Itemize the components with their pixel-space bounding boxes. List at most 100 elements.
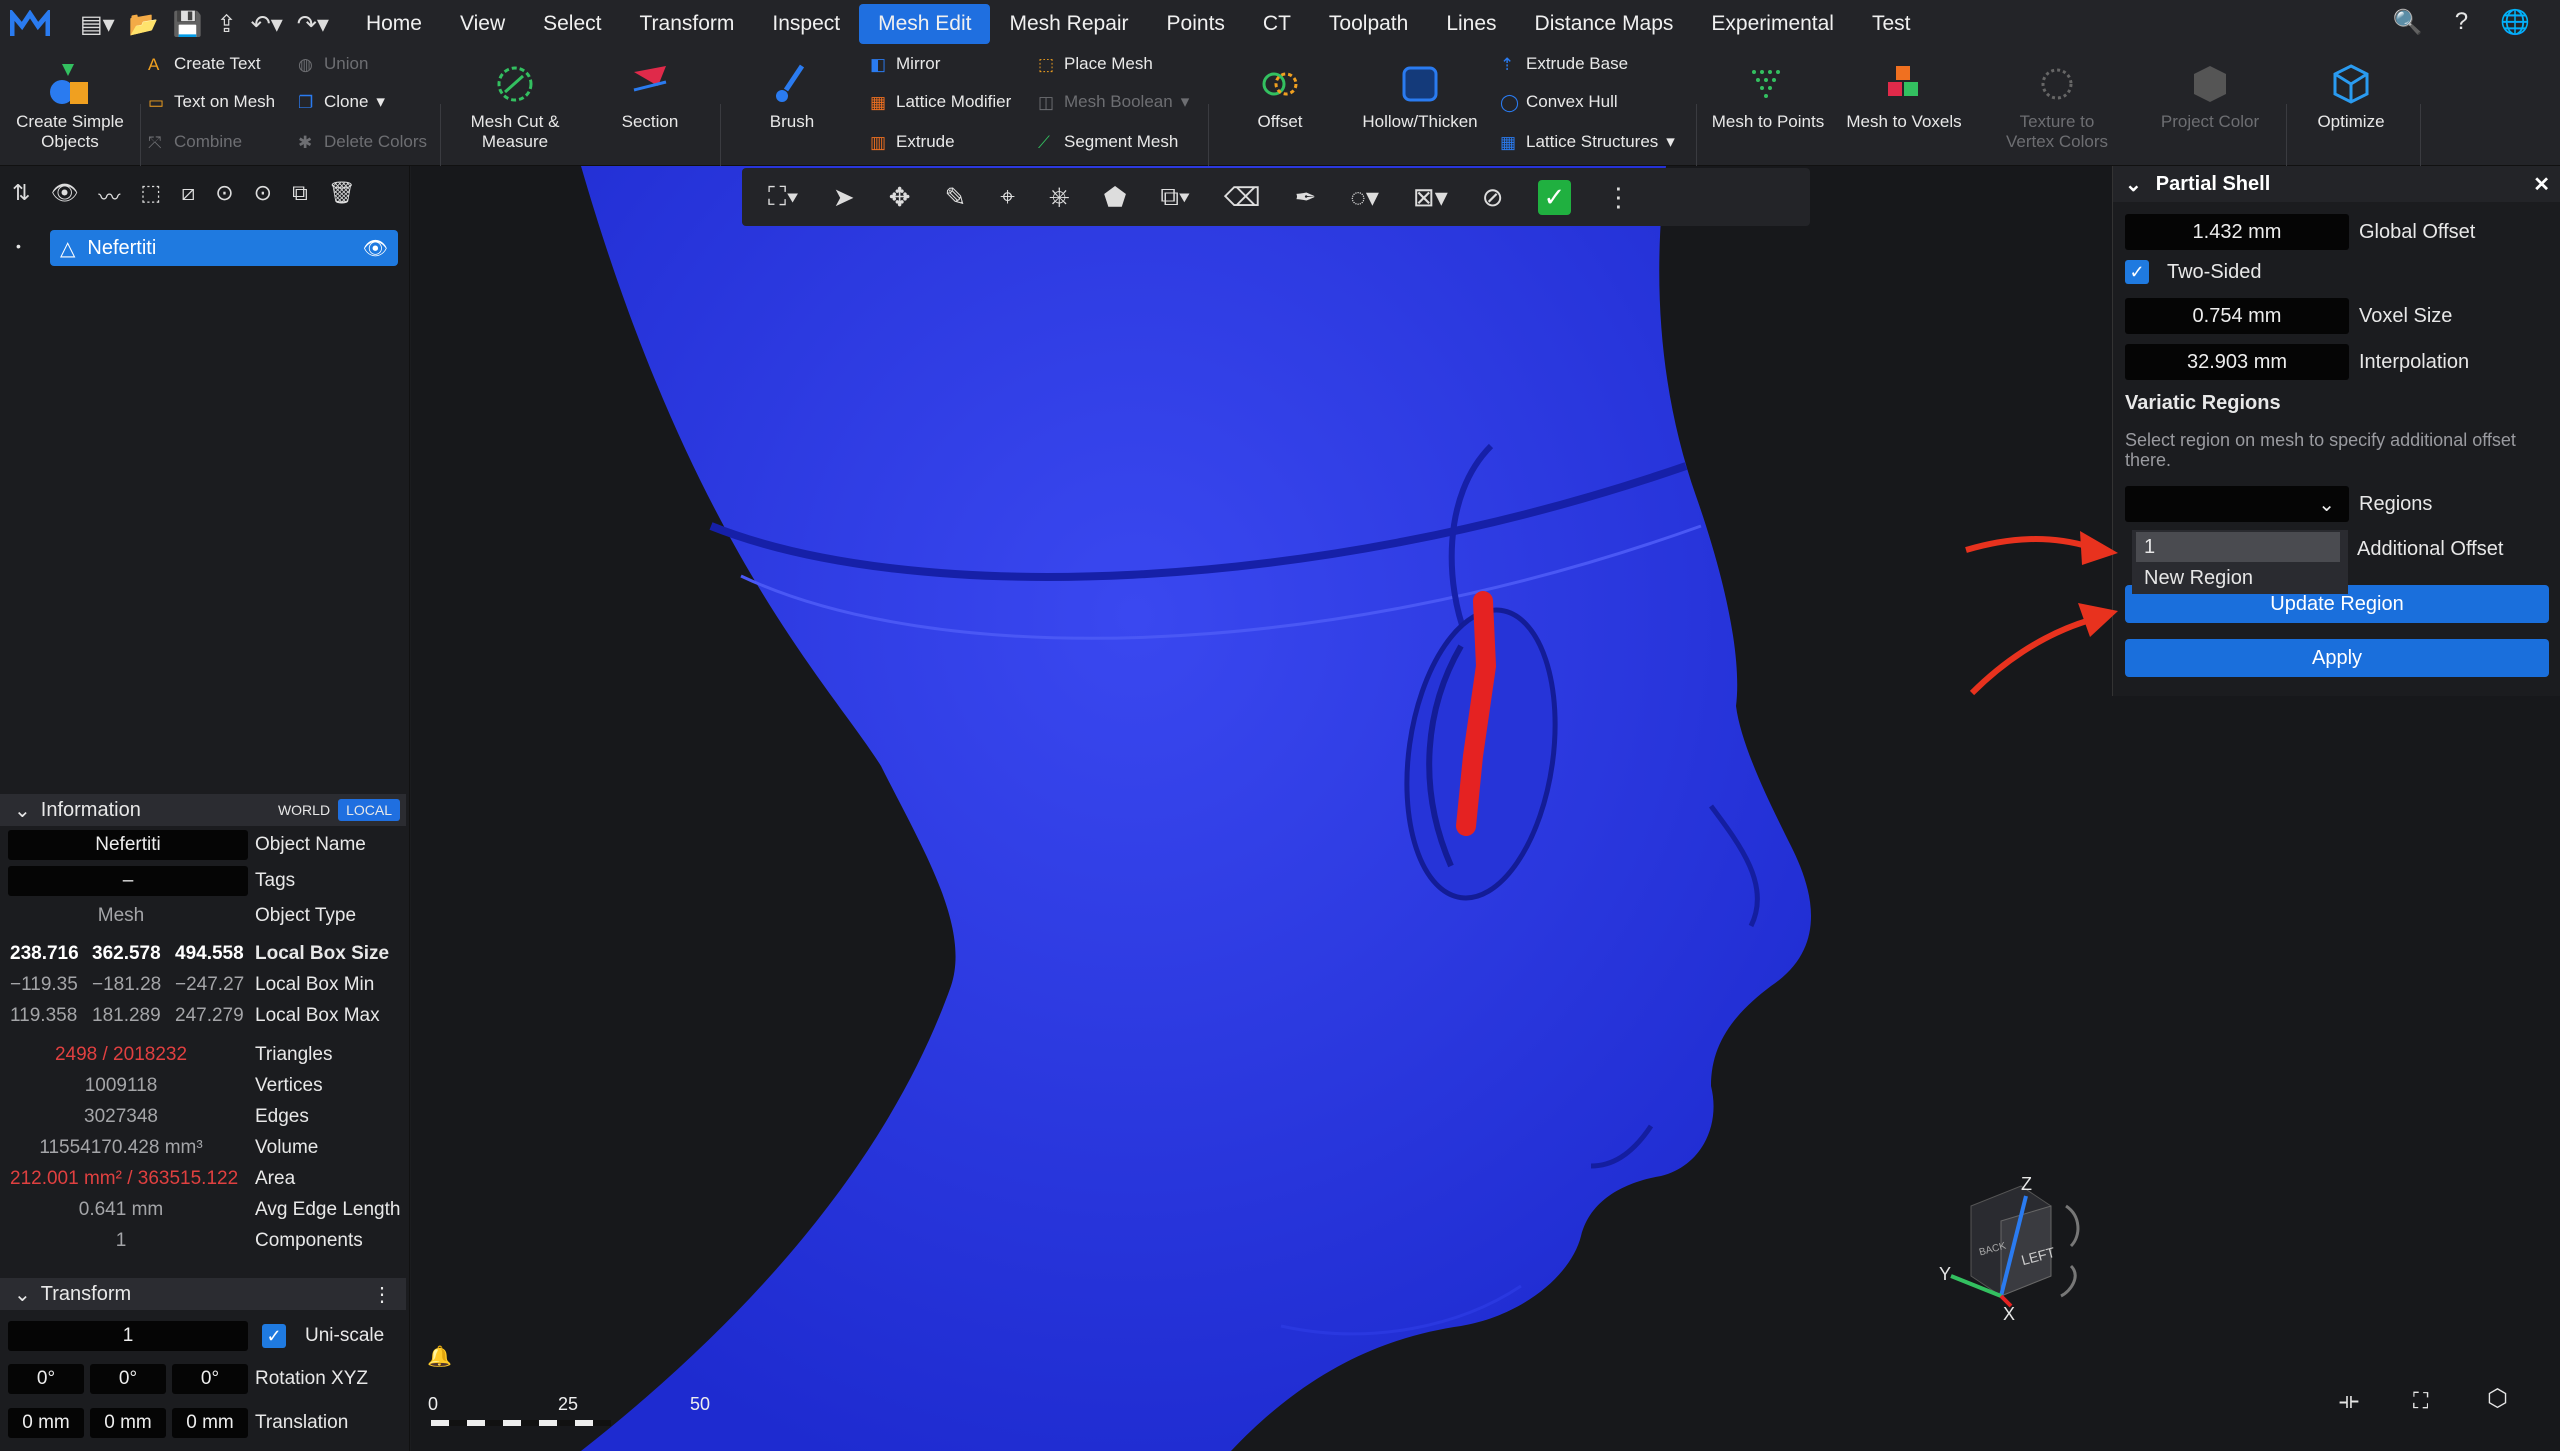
menu-ct[interactable]: CT	[1244, 4, 1310, 44]
two-sided-checkbox[interactable]: ✓	[2125, 260, 2149, 284]
deselect-icon[interactable]: ⧄	[181, 180, 195, 212]
view-cube-icon[interactable]: ⬡	[2487, 1384, 2508, 1413]
group-icon[interactable]: ⧉	[292, 180, 308, 212]
eye-icon[interactable]: 👁	[50, 180, 78, 212]
menu-mesh-edit[interactable]: Mesh Edit	[859, 4, 991, 44]
section-button[interactable]: Section	[600, 62, 700, 132]
confirm-check-icon[interactable]: ✓	[1537, 179, 1572, 215]
apply-button[interactable]: Apply	[2125, 639, 2549, 677]
optimize-button[interactable]: Optimize	[2296, 62, 2406, 132]
help-icon[interactable]: ?	[2455, 8, 2468, 37]
shapes-tool-icon[interactable]: ⬟	[1104, 182, 1127, 213]
select-all-icon[interactable]: ⬚	[140, 180, 161, 212]
union-button[interactable]: ◍ Union	[298, 54, 368, 74]
duplicate-icon[interactable]: ⧉▾	[1160, 181, 1189, 213]
project-color-button[interactable]: Project Color	[2150, 62, 2270, 132]
segment-mesh-button[interactable]: ⟋ Segment Mesh	[1038, 132, 1178, 152]
menu-inspect[interactable]: Inspect	[753, 4, 859, 44]
move-icon[interactable]: ✥	[889, 182, 911, 213]
lasso-icon[interactable]: ◌▾	[1350, 182, 1379, 213]
menu-toolpath[interactable]: Toolpath	[1310, 4, 1427, 44]
menu-lines[interactable]: Lines	[1427, 4, 1515, 44]
menu-home[interactable]: Home	[347, 4, 441, 44]
menu-distance-maps[interactable]: Distance Maps	[1516, 4, 1693, 44]
redo-icon[interactable]: ↷▾	[297, 10, 329, 39]
extrude-button[interactable]: ▥ Extrude	[870, 132, 955, 152]
convex-hull-button[interactable]: ◯ Convex Hull	[1500, 92, 1618, 112]
menu-experimental[interactable]: Experimental	[1692, 4, 1853, 44]
object-name-field[interactable]: Nefertiti	[8, 830, 248, 860]
pen-icon[interactable]: ✒	[1295, 182, 1317, 213]
visibility-eye-icon[interactable]: 👁	[363, 236, 388, 261]
translation-y-field[interactable]: 0 mm	[90, 1408, 166, 1438]
measure-icon[interactable]: ⟛	[2339, 1388, 2359, 1414]
regions-select[interactable]: ⌄	[2125, 486, 2349, 522]
scene-object-nefertiti[interactable]: △ Nefertiti 👁	[50, 230, 398, 266]
sort-icon[interactable]: ⇅	[12, 180, 30, 212]
transform-header[interactable]: ⌄ Transform ⋮	[0, 1278, 406, 1310]
steering-icon[interactable]: ⎈	[1049, 181, 1070, 213]
close-icon[interactable]: ✕	[2533, 172, 2550, 197]
information-header[interactable]: ⌄ Information WORLD LOCAL	[0, 794, 406, 826]
menu-transform[interactable]: Transform	[620, 4, 753, 44]
fit-view-icon[interactable]: ⛶	[2413, 1388, 2428, 1414]
mirror-button[interactable]: ◧ Mirror	[870, 54, 940, 74]
lattice-modifier-button[interactable]: ▦ Lattice Modifier	[870, 92, 1011, 112]
tags-field[interactable]: –	[8, 866, 248, 896]
globe-icon[interactable]: 🌐	[2500, 8, 2530, 37]
create-simple-objects-button[interactable]: Create Simple Objects	[10, 62, 130, 152]
local-toggle[interactable]: LOCAL	[338, 799, 400, 821]
menu-points[interactable]: Points	[1148, 4, 1244, 44]
dropdown-item-new-region[interactable]: New Region	[2144, 564, 2253, 592]
delete-colors-button[interactable]: ✱ Delete Colors	[298, 132, 427, 152]
more-vertical-icon[interactable]: ⋮	[1605, 182, 1631, 213]
voxel-size-input[interactable]: 0.754 mm	[2125, 298, 2349, 334]
move-up-icon[interactable]: ⊙	[215, 180, 233, 212]
export-icon[interactable]: ⇪	[217, 10, 237, 39]
open-folder-icon[interactable]: 📂	[129, 10, 159, 39]
rotation-z-field[interactable]: 0°	[172, 1364, 248, 1394]
interpolation-input[interactable]: 32.903 mm	[2125, 344, 2349, 380]
pointer-icon[interactable]: ➤	[833, 182, 855, 213]
menu-view[interactable]: View	[441, 4, 524, 44]
global-offset-input[interactable]: 1.432 mm	[2125, 214, 2349, 250]
create-text-button[interactable]: A Create Text	[148, 54, 261, 74]
offset-button[interactable]: Offset	[1230, 62, 1330, 132]
new-doc-icon[interactable]: ▤▾	[80, 10, 115, 39]
rotation-x-field[interactable]: 0°	[8, 1364, 84, 1394]
search-icon[interactable]: 🔍	[2393, 8, 2423, 37]
mesh-boolean-button[interactable]: ◫ Mesh Boolean ▾	[1038, 92, 1189, 112]
more-vertical-icon[interactable]: ⋮	[372, 1282, 392, 1307]
eraser-icon[interactable]: ⌫	[1224, 182, 1261, 213]
mesh-cut-button[interactable]: Mesh Cut & Measure	[455, 62, 575, 152]
text-on-mesh-button[interactable]: ▭ Text on Mesh	[148, 92, 275, 112]
mesh-to-points-button[interactable]: Mesh to Points	[1706, 62, 1830, 132]
network-icon[interactable]: ⌖	[1000, 181, 1015, 213]
lattice-structures-button[interactable]: ▦ Lattice Structures ▾	[1500, 132, 1675, 152]
save-icon[interactable]: 💾	[173, 10, 203, 39]
dropdown-item-1[interactable]: 1	[2136, 532, 2340, 562]
hollow-thicken-button[interactable]: Hollow/Thicken	[1355, 62, 1485, 132]
chevron-down-icon[interactable]: ⌄	[2125, 172, 2142, 197]
clone-button[interactable]: ❐ Clone ▾	[298, 92, 385, 112]
translation-x-field[interactable]: 0 mm	[8, 1408, 84, 1438]
scale-field[interactable]: 1	[8, 1321, 248, 1351]
translation-z-field[interactable]: 0 mm	[172, 1408, 248, 1438]
view-cube-gizmo[interactable]	[1941, 1176, 2101, 1316]
menu-test[interactable]: Test	[1853, 4, 1930, 44]
notification-bell-icon[interactable]: 🔔	[427, 1344, 452, 1369]
fit-selection-icon[interactable]: ⛶▾	[768, 181, 799, 213]
trash-icon[interactable]: 🗑	[328, 180, 356, 212]
texture-to-vertex-button[interactable]: Texture to Vertex Colors	[1990, 62, 2124, 152]
move-down-icon[interactable]: ⊙	[254, 180, 272, 212]
uniscale-checkbox[interactable]: ✓	[262, 1324, 286, 1348]
undo-icon[interactable]: ↶▾	[251, 10, 283, 39]
mesh-to-voxels-button[interactable]: Mesh to Voxels	[1842, 62, 1966, 132]
box-select-icon[interactable]: ⊠▾	[1413, 182, 1448, 213]
place-mesh-button[interactable]: ⬚ Place Mesh	[1038, 54, 1153, 74]
world-toggle[interactable]: WORLD	[270, 799, 338, 821]
app-logo-icon[interactable]	[10, 10, 50, 38]
extrude-base-button[interactable]: ⇡ Extrude Base	[1500, 54, 1628, 74]
rotation-y-field[interactable]: 0°	[90, 1364, 166, 1394]
no-overlap-icon[interactable]: ⊘	[1482, 182, 1504, 213]
